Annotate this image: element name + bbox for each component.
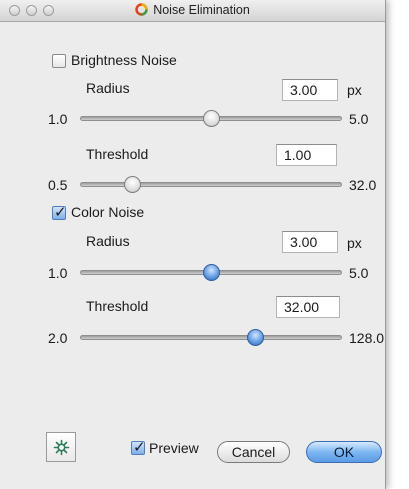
- noise-elimination-window: Noise Elimination Brightness Noise Radiu…: [0, 0, 386, 489]
- brightness-radius-unit: px: [347, 82, 362, 98]
- color-radius-min: 1.0: [48, 265, 68, 281]
- window-title: Noise Elimination: [153, 3, 250, 17]
- color-threshold-field[interactable]: 32.00: [276, 296, 340, 318]
- color-wheel-icon: [135, 3, 148, 19]
- color-threshold-slider-track[interactable]: [80, 335, 342, 340]
- brightness-threshold-label: Threshold: [86, 146, 149, 162]
- checkmark-icon: ✓: [133, 439, 146, 456]
- color-threshold-label: Threshold: [86, 298, 149, 314]
- gear-icon: [53, 439, 70, 461]
- color-noise-checkbox[interactable]: ✓: [52, 204, 67, 221]
- color-threshold-slider-knob[interactable]: [247, 329, 265, 346]
- window-title-area: Noise Elimination: [0, 3, 385, 19]
- settings-button[interactable]: [46, 432, 76, 462]
- brightness-noise-checkbox[interactable]: [52, 54, 66, 68]
- ok-button[interactable]: OK: [306, 441, 382, 463]
- title-bar: Noise Elimination: [0, 0, 385, 22]
- color-radius-max: 5.0: [349, 265, 369, 281]
- brightness-threshold-slider-knob[interactable]: [123, 176, 141, 193]
- brightness-threshold-slider-track[interactable]: [80, 182, 342, 187]
- brightness-radius-max: 5.0: [349, 111, 369, 127]
- color-threshold-min: 2.0: [48, 330, 68, 346]
- checkmark-icon: ✓: [54, 204, 67, 221]
- brightness-radius-label: Radius: [86, 80, 130, 96]
- brightness-threshold-field[interactable]: 1.00: [276, 144, 337, 166]
- brightness-radius-field[interactable]: 3.00: [282, 79, 338, 101]
- brightness-threshold-max: 32.0: [349, 177, 377, 193]
- brightness-threshold-min: 0.5: [48, 177, 68, 193]
- color-threshold-max: 128.0: [349, 330, 385, 346]
- brightness-radius-min: 1.0: [48, 111, 68, 127]
- cancel-button[interactable]: Cancel: [217, 441, 290, 463]
- color-radius-unit: px: [347, 235, 362, 251]
- color-radius-slider-knob[interactable]: [202, 264, 220, 281]
- preview-label: Preview: [149, 440, 199, 456]
- brightness-noise-label: Brightness Noise: [71, 52, 177, 68]
- preview-checkbox[interactable]: ✓: [131, 439, 146, 456]
- color-radius-label: Radius: [86, 233, 130, 249]
- brightness-radius-slider-knob[interactable]: [202, 110, 220, 127]
- color-radius-field[interactable]: 3.00: [282, 231, 338, 253]
- color-noise-label: Color Noise: [71, 204, 145, 220]
